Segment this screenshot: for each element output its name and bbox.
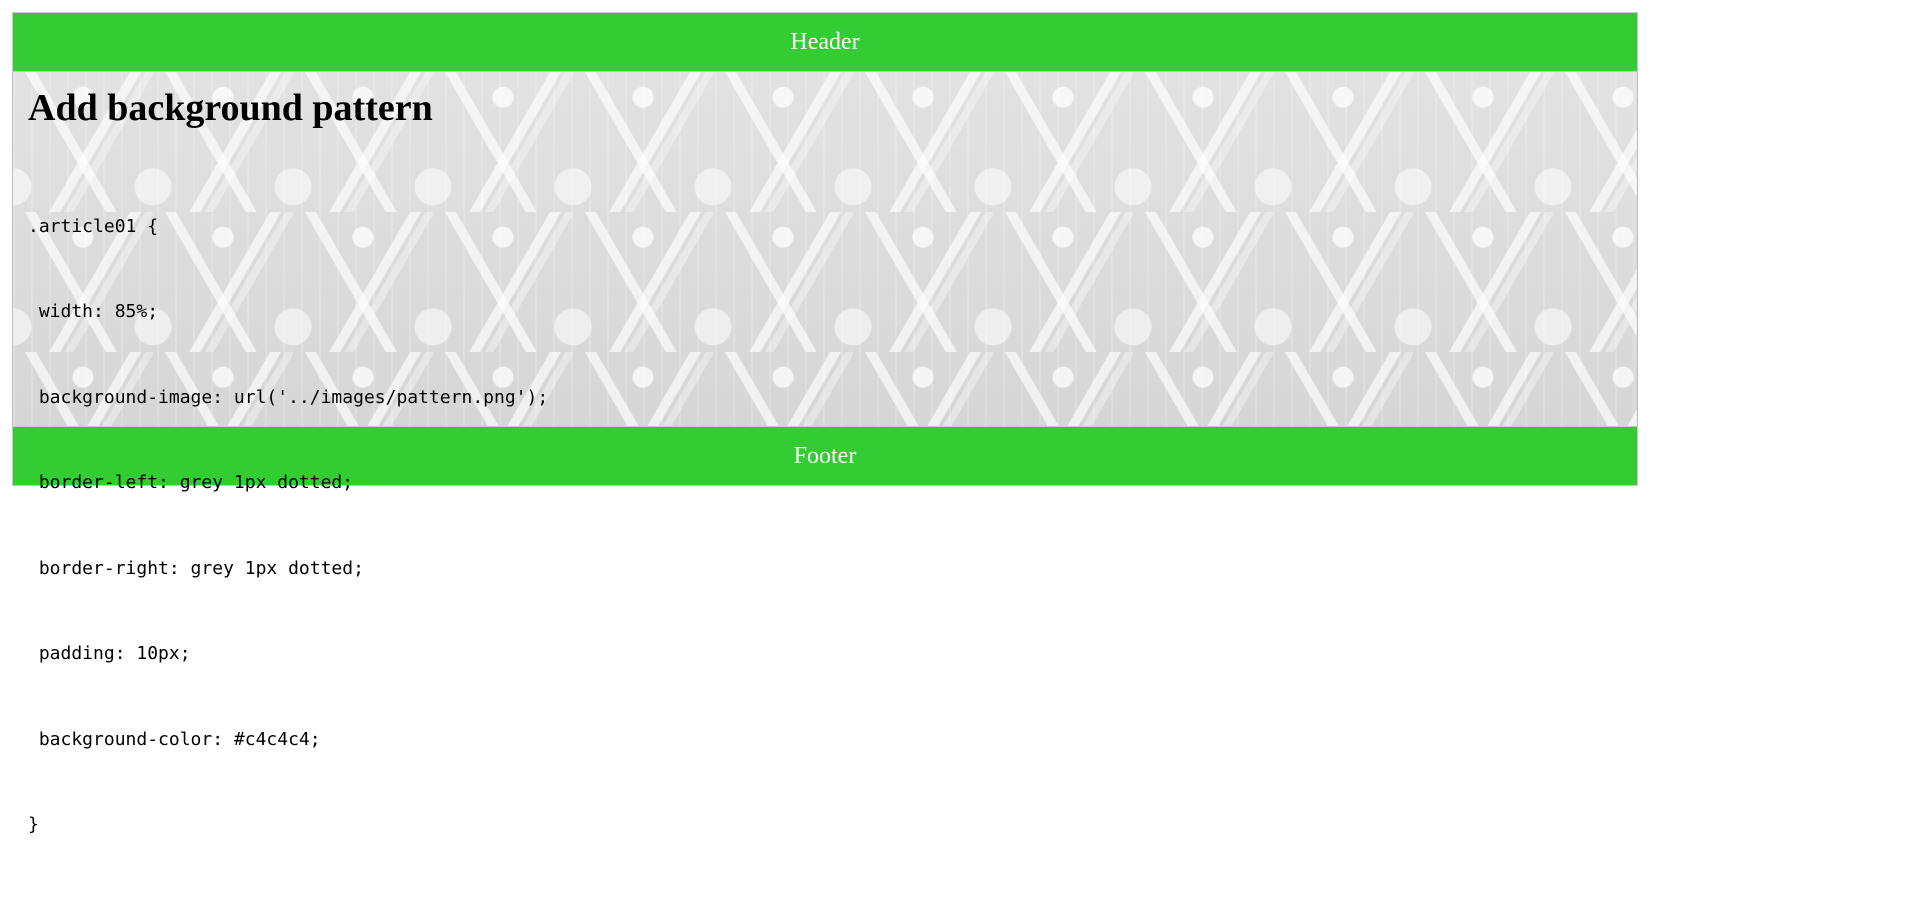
code-line: } [28,814,39,836]
article-title: Add background pattern [28,87,433,129]
code-line: .article01 { [28,215,159,237]
css-code-block: .article01 { width: 85%; background-imag… [28,156,1622,897]
page-header: Header [12,12,1638,72]
code-line: border-right: grey 1px dotted; [28,557,364,579]
header-label: Header [790,28,860,55]
code-line: padding: 10px; [28,643,191,665]
code-line: background-image: url('../images/pattern… [28,386,549,408]
article-patterned: Add background pattern .article01 { widt… [12,72,1638,835]
page-container: Header Add background pattern .article01… [12,12,1638,835]
code-line: width: 85%; [28,301,159,323]
code-line: border-left: grey 1px dotted; [28,472,354,494]
code-line: background-color: #c4c4c4; [28,728,321,750]
